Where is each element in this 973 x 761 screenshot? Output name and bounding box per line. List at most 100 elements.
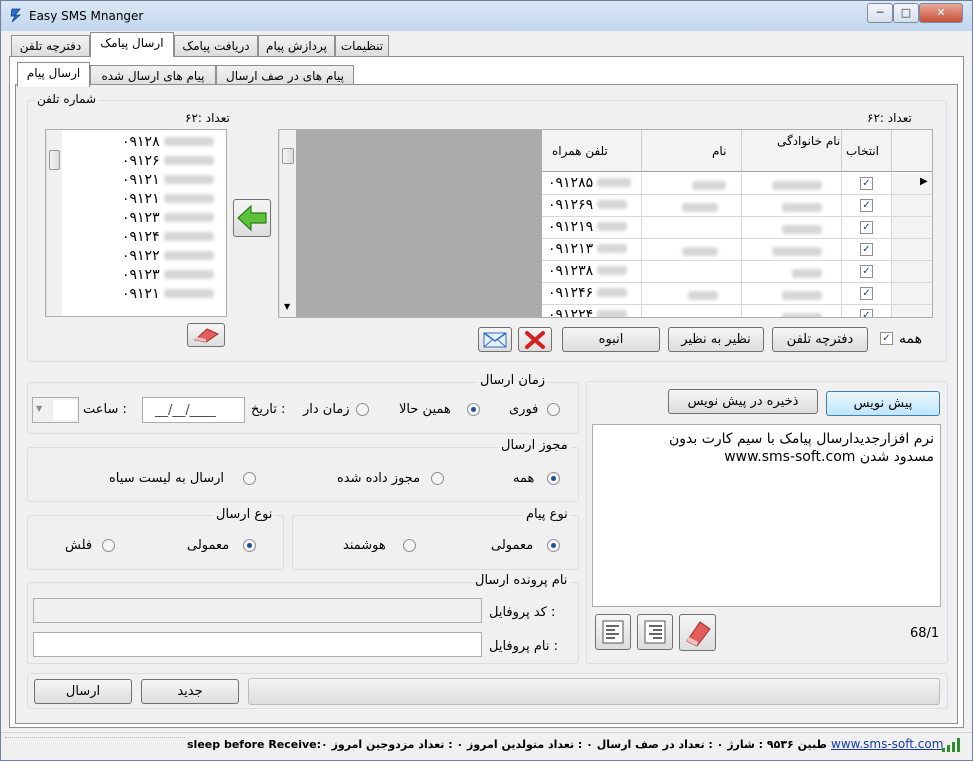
name-cell[interactable]: [642, 173, 742, 195]
mobile-cell[interactable]: ۰۹۱۲۲۴: [542, 305, 642, 317]
send-button[interactable]: ارسال: [34, 679, 132, 704]
row-header[interactable]: [892, 217, 932, 239]
table-row[interactable]: ۰۹۱۲۸۵ ✓ ▶: [542, 173, 932, 195]
table-row[interactable]: ۰۹۱۲۴۶ ✓: [542, 283, 932, 305]
tab-send-message[interactable]: ارسال پیام: [17, 62, 90, 87]
scroll-down-icon[interactable]: ▼: [284, 302, 290, 311]
clear-selected-button[interactable]: [187, 323, 225, 347]
select-cell[interactable]: ✓: [842, 173, 892, 195]
row-header[interactable]: ▶: [892, 173, 932, 195]
contacts-grid-scroll-thumb[interactable]: [282, 148, 294, 164]
family-cell[interactable]: [742, 283, 842, 305]
list-item[interactable]: ۰۹۱۲۸: [122, 134, 222, 150]
list-item[interactable]: ۰۹۱۲۱: [122, 172, 222, 188]
column-header-family[interactable]: نام خانوادگی: [742, 130, 842, 172]
minimize-button[interactable]: ─: [867, 3, 893, 23]
add-to-selected-button[interactable]: [233, 199, 271, 237]
select-cell[interactable]: ✓: [842, 239, 892, 261]
family-cell[interactable]: [742, 217, 842, 239]
align-right-button[interactable]: [637, 614, 673, 650]
website-link[interactable]: www.sms-soft.com: [831, 737, 943, 751]
mobile-cell[interactable]: ۰۹۱۲۳۸: [542, 261, 642, 283]
draft-button[interactable]: پیش نویس: [826, 391, 940, 416]
name-cell[interactable]: [642, 283, 742, 305]
list-item[interactable]: ۰۹۱۲۳: [122, 267, 222, 283]
mobile-cell[interactable]: ۰۹۱۲۱۹: [542, 217, 642, 239]
chevron-down-icon[interactable]: ▼: [36, 404, 42, 413]
instant-radio[interactable]: [547, 403, 560, 416]
profile-code-input[interactable]: [33, 598, 482, 623]
tab-settings[interactable]: تنظیمات: [335, 35, 389, 57]
mobile-cell[interactable]: ۰۹۱۲۴۶: [542, 283, 642, 305]
email-button[interactable]: [478, 327, 512, 352]
tab-process-message[interactable]: پردازش پیام: [258, 35, 335, 57]
row-checkbox[interactable]: ✓: [860, 243, 873, 256]
send-normal-radio[interactable]: [243, 539, 256, 552]
name-cell[interactable]: [642, 239, 742, 261]
list-item[interactable]: ۰۹۱۲۳: [122, 210, 222, 226]
align-left-button[interactable]: [595, 614, 631, 650]
row-checkbox[interactable]: ✓: [860, 287, 873, 300]
table-row[interactable]: ۰۹۱۲۲۴ ✓: [542, 305, 932, 317]
name-cell[interactable]: [642, 217, 742, 239]
table-row[interactable]: ۰۹۱۲۶۹ ✓: [542, 195, 932, 217]
send-flash-radio[interactable]: [102, 539, 115, 552]
name-cell[interactable]: [642, 261, 742, 283]
row-checkbox[interactable]: ✓: [860, 221, 873, 234]
tab-phonebook[interactable]: دفترچه تلفن: [11, 35, 90, 57]
column-header-select[interactable]: انتخاب: [842, 130, 892, 172]
family-cell[interactable]: [742, 239, 842, 261]
peer-to-peer-button[interactable]: نظیر به نظیر: [668, 327, 764, 352]
clear-message-button[interactable]: [679, 614, 716, 651]
selected-numbers-list[interactable]: ۰۹۱۲۸ ۰۹۱۲۶ ۰۹۱۲۱ ۰۹۱۲۱ ۰۹۱۲۳ ۰۹۱۲۴ ۰۹۱۲…: [45, 129, 227, 317]
row-header[interactable]: [892, 283, 932, 305]
row-checkbox[interactable]: ✓: [860, 309, 873, 317]
contacts-grid[interactable]: ▼ تلفن همراه نام نام خانوادگی انتخاب ۰۹۱…: [278, 129, 933, 318]
phonebook-button[interactable]: دفترچه تلفن: [772, 327, 868, 352]
row-header[interactable]: [892, 239, 932, 261]
list-item[interactable]: ۰۹۱۲۱: [122, 286, 222, 302]
row-checkbox[interactable]: ✓: [860, 177, 873, 190]
selected-list-scrollbar[interactable]: [46, 130, 62, 316]
date-input[interactable]: __/__/____: [142, 397, 245, 423]
list-item[interactable]: ۰۹۱۲۲: [122, 248, 222, 264]
hour-select[interactable]: ▼: [32, 397, 79, 423]
name-cell[interactable]: [642, 305, 742, 317]
scheduled-radio[interactable]: [356, 403, 369, 416]
list-item[interactable]: ۰۹۱۲۱: [122, 191, 222, 207]
list-item[interactable]: ۰۹۱۲۶: [122, 153, 222, 169]
column-header-mobile[interactable]: تلفن همراه: [542, 130, 642, 172]
select-cell[interactable]: ✓: [842, 195, 892, 217]
family-cell[interactable]: [742, 173, 842, 195]
tab-receive-sms[interactable]: دریافت پیامک: [174, 35, 258, 57]
table-row[interactable]: ۰۹۱۲۱۹ ✓: [542, 217, 932, 239]
row-checkbox[interactable]: ✓: [860, 265, 873, 278]
table-row[interactable]: ۰۹۱۲۱۳ ✓: [542, 239, 932, 261]
mobile-cell[interactable]: ۰۹۱۲۱۳: [542, 239, 642, 261]
maximize-button[interactable]: □: [893, 3, 919, 23]
family-cell[interactable]: [742, 305, 842, 317]
mobile-cell[interactable]: ۰۹۱۲۸۵: [542, 173, 642, 195]
permit-blacklist-radio[interactable]: [243, 472, 256, 485]
list-item[interactable]: ۰۹۱۲۴: [122, 229, 222, 245]
permit-all-radio[interactable]: [547, 472, 560, 485]
save-to-draft-button[interactable]: ذخیره در پیش نویس: [668, 389, 818, 414]
delete-button[interactable]: [518, 327, 552, 352]
row-header[interactable]: [892, 305, 932, 317]
family-cell[interactable]: [742, 261, 842, 283]
bulk-button[interactable]: انبوه: [562, 327, 660, 352]
name-cell[interactable]: [642, 195, 742, 217]
mobile-cell[interactable]: ۰۹۱۲۶۹: [542, 195, 642, 217]
selected-list-scroll-thumb[interactable]: [49, 150, 60, 170]
table-row[interactable]: ۰۹۱۲۳۸ ✓: [542, 261, 932, 283]
select-cell[interactable]: ✓: [842, 305, 892, 317]
row-checkbox[interactable]: ✓: [860, 199, 873, 212]
permit-allowed-radio[interactable]: [431, 472, 444, 485]
contacts-grid-scrollbar[interactable]: ▼: [279, 130, 296, 317]
message-textarea[interactable]: نرم افزارجدیدارسال پیامک با سیم کارت بدو…: [592, 424, 941, 607]
profile-name-input[interactable]: [33, 632, 482, 657]
close-button[interactable]: ✕: [919, 3, 963, 23]
row-header[interactable]: [892, 261, 932, 283]
message-normal-radio[interactable]: [547, 539, 560, 552]
family-cell[interactable]: [742, 195, 842, 217]
